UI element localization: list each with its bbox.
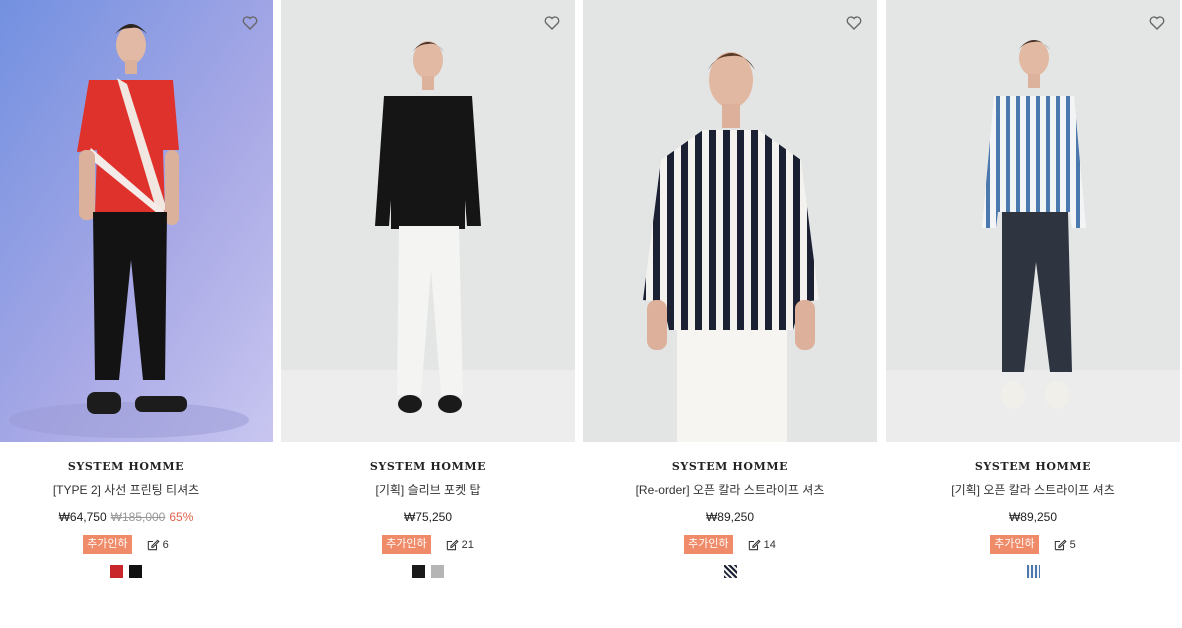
color-swatches bbox=[0, 565, 273, 578]
price-row: ₩89,250 bbox=[583, 510, 877, 524]
color-swatch-black[interactable] bbox=[129, 565, 142, 578]
heart-icon[interactable] bbox=[845, 14, 863, 32]
price-row: ₩75,250 bbox=[281, 510, 575, 524]
edit-icon bbox=[446, 539, 459, 550]
heart-icon[interactable] bbox=[1148, 14, 1166, 32]
product-grid: SYSTEM HOMME [TYPE 2] 사선 프린팅 티셔츠 ₩64,750… bbox=[0, 0, 1182, 628]
product-brand: SYSTEM HOMME bbox=[369, 460, 487, 473]
review-count: 14 bbox=[763, 538, 776, 551]
product-image[interactable] bbox=[281, 0, 575, 442]
review-link[interactable]: 21 bbox=[445, 538, 474, 552]
product-card[interactable]: SYSTEM HOMME [Re-order] 오픈 칼라 스트라이프 셔츠 ₩… bbox=[583, 0, 877, 578]
product-image[interactable] bbox=[0, 0, 273, 442]
product-card[interactable]: SYSTEM HOMME [TYPE 2] 사선 프린팅 티셔츠 ₩64,750… bbox=[0, 0, 273, 578]
color-swatch-gray[interactable] bbox=[431, 565, 444, 578]
color-swatches bbox=[281, 565, 575, 578]
extra-discount-badge[interactable]: 추가인하 bbox=[684, 535, 733, 554]
color-swatches bbox=[886, 565, 1180, 578]
color-swatch-navy-stripe[interactable] bbox=[723, 565, 737, 578]
product-image[interactable] bbox=[886, 0, 1180, 442]
color-swatch-red[interactable] bbox=[110, 565, 123, 578]
price-row: ₩64,750 ₩185,000 65% bbox=[0, 510, 273, 524]
original-price: ₩185,000 bbox=[110, 510, 166, 524]
extra-discount-badge[interactable]: 추가인하 bbox=[83, 535, 132, 554]
product-name[interactable]: [TYPE 2] 사선 프린팅 티셔츠 bbox=[0, 481, 273, 498]
product-name[interactable]: [Re-order] 오픈 칼라 스트라이프 셔츠 bbox=[583, 481, 877, 498]
product-name[interactable]: [기획] 오픈 칼라 스트라이프 셔츠 bbox=[886, 481, 1180, 498]
product-card[interactable]: SYSTEM HOMME [기획] 슬리브 포켓 탑 ₩75,250 추가인하 … bbox=[281, 0, 575, 578]
review-link[interactable]: 6 bbox=[146, 538, 169, 552]
product-brand: SYSTEM HOMME bbox=[671, 460, 789, 473]
extra-discount-badge[interactable]: 추가인하 bbox=[382, 535, 431, 554]
review-link[interactable]: 14 bbox=[747, 538, 776, 552]
review-count: 21 bbox=[461, 538, 474, 551]
product-image[interactable] bbox=[583, 0, 877, 442]
heart-icon[interactable] bbox=[241, 14, 259, 32]
color-swatch-black[interactable] bbox=[412, 565, 425, 578]
review-count: 5 bbox=[1069, 538, 1076, 551]
sale-price: ₩75,250 bbox=[403, 510, 453, 524]
edit-icon bbox=[1054, 539, 1067, 550]
review-link[interactable]: 5 bbox=[1053, 538, 1076, 552]
extra-discount-badge[interactable]: 추가인하 bbox=[990, 535, 1039, 554]
product-name[interactable]: [기획] 슬리브 포켓 탑 bbox=[281, 481, 575, 498]
heart-icon[interactable] bbox=[543, 14, 561, 32]
sale-price: ₩89,250 bbox=[705, 510, 755, 524]
review-count: 6 bbox=[162, 538, 169, 551]
product-brand: SYSTEM HOMME bbox=[974, 460, 1092, 473]
sale-price: ₩64,750 bbox=[58, 510, 107, 524]
product-card[interactable]: SYSTEM HOMME [기획] 오픈 칼라 스트라이프 셔츠 ₩89,250… bbox=[886, 0, 1180, 578]
sale-price: ₩89,250 bbox=[1008, 510, 1058, 524]
color-swatches bbox=[583, 565, 877, 578]
price-row: ₩89,250 bbox=[886, 510, 1180, 524]
discount-rate: 65% bbox=[169, 510, 194, 524]
edit-icon bbox=[147, 539, 160, 550]
edit-icon bbox=[748, 539, 761, 550]
color-swatch-blue-stripe[interactable] bbox=[1026, 565, 1040, 578]
product-brand: SYSTEM HOMME bbox=[67, 460, 185, 473]
